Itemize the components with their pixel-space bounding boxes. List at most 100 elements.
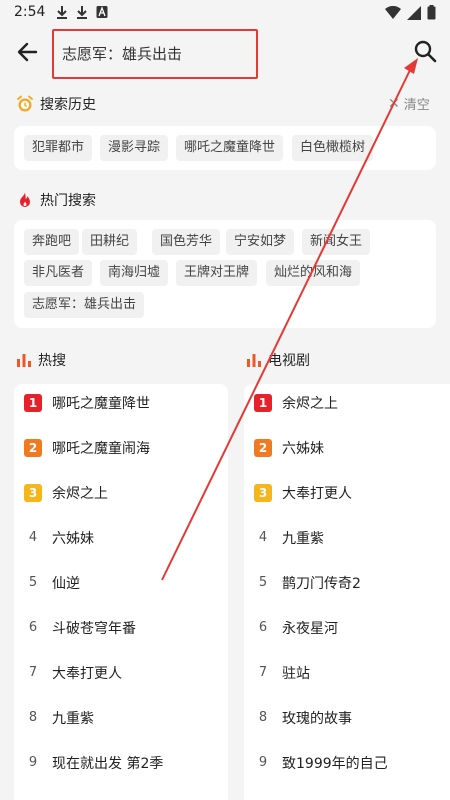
clear-history-button[interactable]: ✕ 清空 (388, 94, 430, 114)
tv-series-row[interactable]: 1 余烬之上 (244, 384, 450, 428)
trending-title-text: 斗破苍穹年番 (52, 621, 136, 637)
alarm-clock-icon (17, 95, 33, 112)
search-bar: 志愿军：雄兵出击 (0, 26, 450, 79)
search-query-text: 志愿军：雄兵出击 (62, 45, 183, 63)
hot-search-chip[interactable]: 王牌对王牌 (176, 260, 258, 286)
trending-title-text: 六姊妹 (52, 531, 94, 547)
rank-number: 8 (258, 710, 268, 725)
tv-series-title: 电视剧 (268, 353, 310, 369)
tv-series-list: 1 余烬之上 2 六姊妹 3 大奉打更人 4 九重紫 5 鹊刀门传奇2 6 永夜… (244, 384, 450, 800)
history-chip[interactable]: 白色橄榄树 (292, 135, 374, 161)
trending-title-text: 余烬之上 (52, 486, 108, 502)
tv-series-row[interactable]: 5 鹊刀门传奇2 (244, 564, 450, 608)
tv-series-title-text: 大奉打更人 (282, 486, 352, 502)
fire-icon (20, 192, 30, 207)
search-icon (414, 40, 437, 63)
rank-number: 7 (28, 665, 38, 680)
status-time: 2:54 (14, 4, 46, 20)
hot-search-chip[interactable]: 宁安如梦 (226, 229, 295, 255)
status-bar: 2:54 (0, 0, 450, 26)
rank-number: 9 (28, 755, 38, 770)
hot-search-chip[interactable]: 南海归墟 (100, 260, 169, 286)
hot-search-chip[interactable]: 志愿军：雄兵出击 (24, 292, 145, 318)
trending-title-text: 哪吒之魔童降世 (52, 396, 150, 412)
search-button[interactable] (412, 38, 438, 64)
tv-series-row[interactable]: 7 驻站 (244, 654, 450, 698)
trending-row[interactable]: 5 仙逆 (14, 564, 228, 608)
trending-row[interactable]: 3 余烬之上 (14, 474, 228, 518)
tv-series-title-text: 六姊妹 (282, 441, 324, 457)
rank-badge: 2 (24, 439, 42, 457)
rank-number: 4 (28, 530, 38, 545)
hot-search-chip[interactable]: 灿烂的风和海 (266, 260, 361, 286)
rank-badge: 1 (254, 394, 272, 412)
trending-row[interactable]: 2 哪吒之魔童闹海 (14, 429, 228, 473)
rank-badge: 3 (24, 484, 42, 502)
history-chip[interactable]: 犯罪都市 (24, 135, 93, 161)
trending-header: 热搜 (16, 350, 66, 370)
rank-number: 4 (258, 530, 268, 545)
hot-search-chip[interactable]: 国色芳华 (152, 229, 221, 255)
hot-search-card: 奔跑吧 田耕纪 国色芳华 宁安如梦 新闻女王 非凡医者 南海归墟 王牌对王牌 灿… (14, 220, 436, 328)
hot-search-header: 热门搜索 (16, 190, 96, 210)
history-card: 犯罪都市 漫影寻踪 哪吒之魔童降世 白色橄榄树 (14, 126, 436, 170)
battery-icon (427, 5, 436, 20)
history-title: 搜索历史 (40, 97, 96, 113)
hot-search-chip[interactable]: 奔跑吧 (24, 229, 80, 255)
tv-series-title-text: 致1999年的自己 (282, 756, 388, 772)
hot-search-chip[interactable]: 田耕纪 (82, 229, 138, 255)
tv-series-row[interactable]: 4 九重紫 (244, 519, 450, 563)
hot-search-chip[interactable]: 新闻女王 (302, 229, 371, 255)
tv-series-title-text: 九重紫 (282, 531, 324, 547)
tv-series-row[interactable]: 3 大奉打更人 (244, 474, 450, 518)
rank-number: 8 (28, 710, 38, 725)
close-icon: ✕ (388, 95, 400, 112)
tv-series-row[interactable]: 6 永夜星河 (244, 609, 450, 653)
trending-title-text: 九重紫 (52, 711, 94, 727)
wifi-icon (385, 5, 401, 19)
history-chip[interactable]: 哪吒之魔童降世 (176, 135, 284, 161)
tv-series-row[interactable]: 9 致1999年的自己 (244, 744, 450, 788)
rank-number: 5 (258, 575, 268, 590)
download-icon (57, 6, 67, 19)
trending-row[interactable]: 1 哪吒之魔童降世 (14, 384, 228, 428)
trending-row[interactable]: 8 九重紫 (14, 699, 228, 743)
clear-label: 清空 (403, 98, 430, 113)
trending-title-text: 仙逆 (52, 576, 80, 592)
rank-badge: 1 (24, 394, 42, 412)
search-input[interactable]: 志愿军：雄兵出击 (52, 29, 258, 79)
tv-series-title-text: 驻站 (282, 666, 310, 682)
trending-title: 热搜 (38, 353, 66, 369)
trending-title-text: 哪吒之魔童闹海 (52, 441, 150, 457)
trending-row[interactable]: 7 大奉打更人 (14, 654, 228, 698)
tv-series-title-text: 永夜星河 (282, 621, 338, 637)
rank-badge: 2 (254, 439, 272, 457)
hot-search-chip[interactable]: 非凡医者 (24, 260, 93, 286)
tv-series-title-text: 余烬之上 (282, 396, 338, 412)
history-header: 搜索历史 (16, 94, 96, 114)
tv-series-row[interactable]: 8 玫瑰的故事 (244, 699, 450, 743)
trending-row[interactable]: 9 现在就出发 第2季 (14, 744, 228, 788)
tv-series-header: 电视剧 (246, 350, 310, 370)
rank-number: 7 (258, 665, 268, 680)
a-icon (96, 6, 108, 18)
trending-row[interactable]: 6 斗破苍穹年番 (14, 609, 228, 653)
trending-row[interactable]: 4 六姊妹 (14, 519, 228, 563)
tv-series-row[interactable]: 2 六姊妹 (244, 429, 450, 473)
history-chip[interactable]: 漫影寻踪 (100, 135, 169, 161)
rank-number: 9 (258, 755, 268, 770)
tv-series-title-text: 玫瑰的故事 (282, 711, 352, 727)
signal-icon (407, 5, 421, 20)
bar-chart-icon (17, 354, 31, 367)
back-button[interactable] (14, 38, 42, 66)
trending-title-text: 大奉打更人 (52, 666, 122, 682)
trending-title-text: 现在就出发 第2季 (52, 756, 164, 772)
download-icon (77, 6, 87, 19)
hot-search-title: 热门搜索 (40, 193, 96, 209)
tv-series-title-text: 鹊刀门传奇2 (282, 576, 361, 592)
bar-chart-icon (247, 354, 261, 367)
back-arrow-icon (17, 42, 38, 62)
rank-number: 6 (258, 620, 268, 635)
rank-number: 5 (28, 575, 38, 590)
trending-list: 1 哪吒之魔童降世 2 哪吒之魔童闹海 3 余烬之上 4 六姊妹 5 仙逆 6 … (14, 384, 228, 800)
